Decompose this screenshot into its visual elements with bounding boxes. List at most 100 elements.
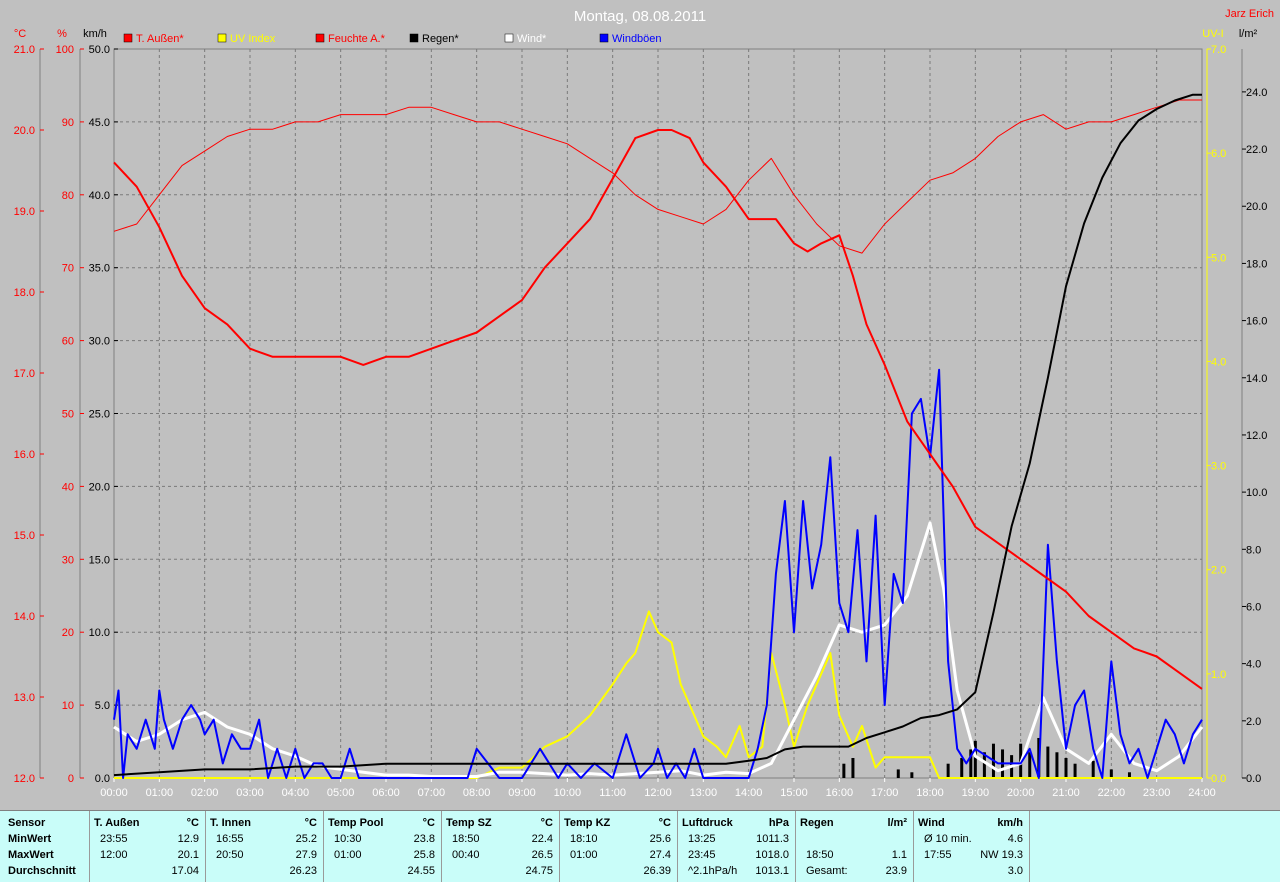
- rain-axis-tick-label-3: 6.0: [1246, 601, 1261, 613]
- legend-swatch-1: [217, 33, 227, 43]
- stats-name-5: Luftdruck: [682, 817, 733, 829]
- wind-axis-tick-label-8: 40.0: [89, 190, 110, 202]
- temp-axis-tick-label-3: 15.0: [14, 530, 35, 542]
- author-label: Jarz Erich: [1225, 8, 1274, 20]
- rain-axis-tick-label-10: 20.0: [1246, 201, 1267, 213]
- humidity-axis-tick-label-5: 50: [62, 409, 74, 421]
- temp-axis-tick-label-0: 12.0: [14, 773, 35, 785]
- x-tick-label-8: 08:00: [463, 787, 491, 799]
- legend-label-5: Windböen: [612, 33, 662, 45]
- stats-name-6: Regen: [800, 817, 834, 829]
- rain-axis-tick-label-2: 4.0: [1246, 659, 1261, 671]
- stats-min-2: 23.8: [413, 833, 435, 845]
- stats-unit-7: km/h: [997, 817, 1023, 829]
- stats-avg-note-5: ^2.1hPa/h: [688, 865, 738, 877]
- rain-bar-4: [946, 763, 950, 778]
- stats-name-2: Temp Pool: [328, 817, 384, 829]
- x-tick-label-23: 23:00: [1143, 787, 1171, 799]
- rain-axis-tick-label-0: 0.0: [1246, 773, 1261, 785]
- stats-max-time-1: 20:50: [216, 849, 244, 861]
- stats-max-5: 1018.0: [755, 849, 789, 861]
- rain-bar-17: [1064, 757, 1068, 778]
- wind-axis-tick-label-9: 45.0: [89, 117, 110, 129]
- x-tick-label-12: 12:00: [644, 787, 672, 799]
- stats-unit-3: °C: [540, 817, 553, 829]
- humidity-axis-tick-label-1: 10: [62, 700, 74, 712]
- x-tick-label-20: 20:00: [1007, 787, 1035, 799]
- rain-axis-tick-label-1: 2.0: [1246, 716, 1261, 728]
- legend-label-4: Wind*: [517, 33, 547, 45]
- x-tick-label-7: 07:00: [418, 787, 446, 799]
- x-tick-label-14: 14:00: [735, 787, 763, 799]
- stats-col-4: Temp KZ °C 18:10 25.6 01:00 27.4 26.39: [560, 811, 678, 882]
- rain-bar-16: [1055, 752, 1059, 778]
- stats-min-time-2: 10:30: [334, 833, 362, 845]
- stats-label-max: MaxWert: [8, 849, 54, 861]
- stats-name-3: Temp SZ: [446, 817, 492, 829]
- rain-axis-tick-label-6: 12.0: [1246, 430, 1267, 442]
- rain-axis-tick-label-7: 14.0: [1246, 373, 1267, 385]
- x-tick-label-1: 01:00: [146, 787, 174, 799]
- stats-unit-4: °C: [658, 817, 671, 829]
- uv-axis-unit: UV-I: [1202, 28, 1223, 40]
- stats-col-2: Temp Pool °C 10:30 23.8 01:00 25.8 24.55: [324, 811, 442, 882]
- x-tick-label-15: 15:00: [780, 787, 808, 799]
- x-tick-label-0: 00:00: [100, 787, 128, 799]
- stats-label-avg: Durchschnitt: [8, 865, 76, 877]
- uv-axis-tick-label-2: 2.0: [1211, 565, 1226, 577]
- legend-swatch-0: [123, 33, 133, 43]
- uv-axis-tick-label-6: 6.0: [1211, 148, 1226, 160]
- uv-axis-tick-label-0: 0.0: [1211, 773, 1226, 785]
- wind-axis-tick-label-6: 30.0: [89, 336, 110, 348]
- x-tick-label-6: 06:00: [372, 787, 400, 799]
- humidity-axis-tick-label-10: 100: [56, 44, 74, 56]
- legend-label-2: Feuchte A.*: [328, 33, 386, 45]
- temp-axis-tick-label-9: 21.0: [14, 44, 35, 56]
- rain-bar-0: [842, 763, 846, 778]
- uv-axis-tick-label-3: 3.0: [1211, 461, 1226, 473]
- rain-axis-tick-label-9: 18.0: [1246, 258, 1267, 270]
- stats-col-1: T. Innen °C 16:55 25.2 20:50 27.9 26.23: [206, 811, 324, 882]
- stats-max-2: 25.8: [413, 849, 435, 861]
- rain-axis-tick-label-12: 24.0: [1246, 87, 1267, 99]
- stats-min-5: 1011.3: [756, 833, 789, 845]
- wind-axis-tick-label-0: 0.0: [95, 773, 110, 785]
- wind-axis-tick-label-10: 50.0: [89, 44, 110, 56]
- humidity-axis-tick-label-8: 80: [62, 190, 74, 202]
- x-tick-label-17: 17:00: [871, 787, 899, 799]
- stats-label-sensor: Sensor: [8, 817, 46, 829]
- humidity-axis-tick-label-6: 60: [62, 336, 74, 348]
- x-tick-label-16: 16:00: [826, 787, 854, 799]
- legend-swatch-4: [504, 33, 514, 43]
- stats-min-time-1: 16:55: [216, 833, 244, 845]
- humidity-axis-unit: %: [57, 28, 67, 40]
- rain-bar-15: [1046, 746, 1050, 778]
- stats-unit-2: °C: [422, 817, 435, 829]
- wind-axis-tick-label-5: 25.0: [89, 409, 110, 421]
- stats-max-0: 20.1: [177, 849, 199, 861]
- rain-bar-13: [1028, 752, 1032, 778]
- stats-unit-6: l/m²: [887, 817, 907, 829]
- temp-axis-tick-label-1: 13.0: [14, 692, 35, 704]
- stats-col-6: Regen l/m² 18:50 1.1 Gesamt: 23.9: [796, 811, 914, 882]
- wind-axis-tick-label-7: 35.0: [89, 263, 110, 275]
- stats-avg-4: 26.39: [643, 865, 671, 877]
- stats-unit-0: °C: [186, 817, 199, 829]
- stats-min-4: 25.6: [649, 833, 671, 845]
- rain-bar-3: [910, 772, 914, 778]
- stats-max-time-7: 17:55: [924, 849, 952, 861]
- stats-max-time-2: 01:00: [334, 849, 362, 861]
- stats-min-3: 22.4: [531, 833, 553, 845]
- rain-bar-1: [851, 757, 855, 778]
- stats-avg-1: 26.23: [289, 865, 317, 877]
- rain-axis-tick-label-5: 10.0: [1246, 487, 1267, 499]
- temp-axis-tick-label-4: 16.0: [14, 449, 35, 461]
- x-tick-label-3: 03:00: [236, 787, 264, 799]
- stats-col-5: Luftdruck hPa 13:25 1011.3 23:45 1018.0 ^2.1hP…: [678, 811, 796, 882]
- stats-max-time-6: 18:50: [806, 849, 834, 861]
- wind-axis-tick-label-1: 5.0: [95, 700, 110, 712]
- rain-bar-20: [1109, 769, 1113, 778]
- x-tick-label-24: 24:00: [1188, 787, 1216, 799]
- humidity-axis-tick-label-0: 0: [68, 773, 74, 785]
- legend-label-1: UV Index: [230, 33, 276, 45]
